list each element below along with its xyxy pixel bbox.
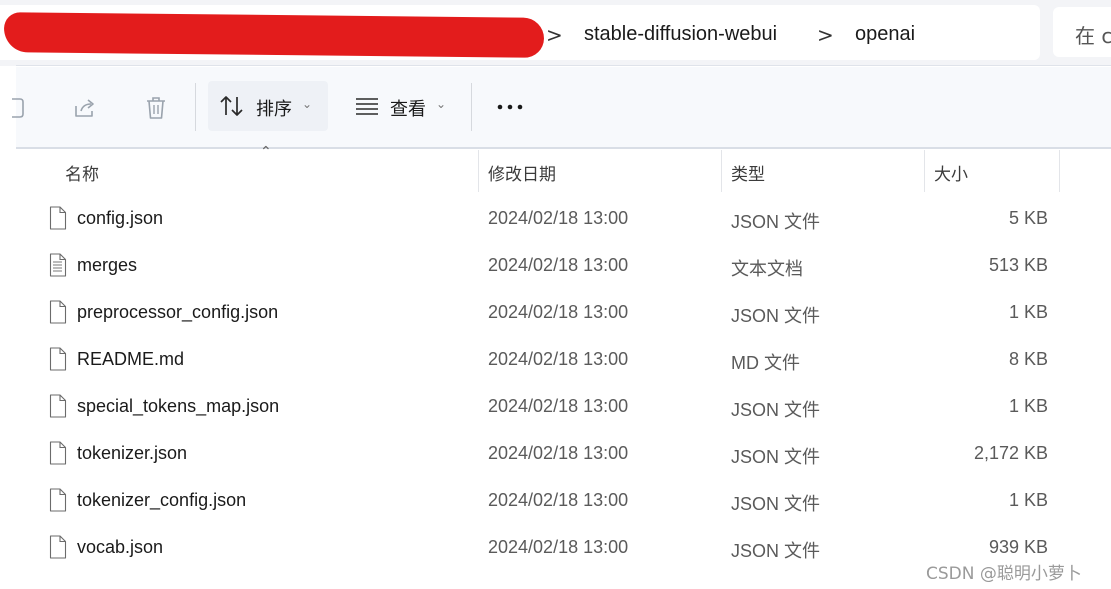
sort-icon: [220, 96, 243, 116]
document-icon: [49, 394, 67, 422]
file-name: tokenizer_config.json: [77, 490, 247, 510]
breadcrumb-item-openai[interactable]: openai: [855, 23, 915, 46]
view-label: 查看: [390, 99, 426, 120]
document-icon: [49, 535, 67, 563]
file-size: 8 KB: [1008, 349, 1048, 369]
file-name: config.json: [77, 208, 164, 228]
command-toolbar: 排序 ⌄ 查看 ⌄: [12, 67, 1111, 149]
rename-icon[interactable]: [10, 96, 26, 120]
file-name: README.md: [77, 349, 185, 369]
file-row[interactable]: special_tokens_map.json 2024/02/18 13:00 J…: [16, 384, 1076, 431]
search-placeholder: 在 c: [1075, 24, 1111, 48]
file-name: merges: [77, 255, 138, 275]
breadcrumb-separator-icon: >: [817, 23, 834, 47]
file-size: 1 KB: [1008, 396, 1048, 416]
file-size: 1 KB: [1008, 490, 1048, 510]
document-icon: [49, 300, 67, 328]
file-size: 513 KB: [988, 255, 1048, 275]
watermark: CSDN @聪明小萝卜: [926, 564, 1082, 584]
view-list-icon: [356, 98, 378, 115]
text-document-icon: [49, 253, 67, 281]
file-modified-date: 2024/02/18 13:00: [488, 349, 629, 369]
chevron-down-icon: ⌄: [436, 97, 447, 111]
redacted-path-scribble: [3, 12, 545, 58]
file-type: JSON 文件: [731, 541, 821, 561]
file-type: MD 文件: [731, 353, 800, 373]
file-type: 文本文档: [731, 259, 803, 279]
sort-button[interactable]: 排序 ⌄: [208, 81, 328, 131]
share-icon[interactable]: [72, 96, 98, 120]
file-modified-date: 2024/02/18 13:00: [488, 443, 629, 463]
file-type: JSON 文件: [731, 306, 821, 326]
file-name: tokenizer.json: [77, 443, 188, 463]
search-input[interactable]: 在 c: [1053, 7, 1111, 57]
file-modified-date: 2024/02/18 13:00: [488, 490, 629, 510]
file-name: special_tokens_map.json: [77, 396, 280, 416]
file-list: ⌃ 名称 修改日期 类型 大小 config.json 2024/02/18 13…: [16, 144, 1111, 589]
column-header-type-label: 类型: [731, 165, 765, 185]
file-modified-date: 2024/02/18 13:00: [488, 208, 629, 228]
column-header-modified-label: 修改日期: [488, 165, 556, 185]
file-type: JSON 文件: [731, 447, 821, 467]
delete-icon[interactable]: [144, 95, 168, 121]
file-size: 2,172 KB: [973, 443, 1048, 463]
document-icon: [49, 206, 67, 234]
file-size: 1 KB: [1008, 302, 1048, 322]
file-modified-date: 2024/02/18 13:00: [488, 537, 629, 557]
file-type: JSON 文件: [731, 494, 821, 514]
address-area: > stable-diffusion-webui > openai 在 c: [0, 0, 1111, 66]
document-icon: [49, 441, 67, 469]
file-size: 939 KB: [988, 537, 1048, 557]
document-icon: [49, 488, 67, 516]
file-modified-date: 2024/02/18 13:00: [488, 396, 629, 416]
breadcrumb[interactable]: > stable-diffusion-webui > openai: [0, 5, 1040, 60]
divider: [16, 65, 1111, 66]
file-row[interactable]: tokenizer_config.json 2024/02/18 13:00 JSO…: [16, 478, 1076, 525]
divider: [16, 147, 1111, 149]
view-button[interactable]: 查看 ⌄: [344, 81, 464, 131]
toolbar-divider: [471, 83, 472, 131]
breadcrumb-separator-icon: >: [546, 23, 563, 47]
file-row[interactable]: preprocessor_config.json 2024/02/18 13:00…: [16, 290, 1076, 337]
more-options-button[interactable]: [486, 81, 532, 131]
document-icon: [49, 347, 67, 375]
column-separator[interactable]: [1059, 150, 1060, 192]
file-type: JSON 文件: [731, 212, 821, 232]
file-row[interactable]: README.md 2024/02/18 13:00 MD 文件 8 KB: [16, 337, 1076, 384]
file-size: 5 KB: [1008, 208, 1048, 228]
sort-label: 排序: [256, 99, 292, 120]
file-modified-date: 2024/02/18 13:00: [488, 302, 629, 322]
file-name: preprocessor_config.json: [77, 302, 279, 322]
breadcrumb-item-stable-diffusion-webui[interactable]: stable-diffusion-webui: [584, 23, 777, 46]
sort-ascending-icon: ⌃: [260, 144, 272, 160]
chevron-down-icon: ⌄: [302, 97, 313, 111]
file-row[interactable]: tokenizer.json 2024/02/18 13:00 JSON 文件 2,1…: [16, 431, 1076, 478]
file-modified-date: 2024/02/18 13:00: [488, 255, 629, 275]
file-row[interactable]: vocab.json 2024/02/18 13:00 JSON 文件 939 KB: [16, 525, 1076, 572]
toolbar-divider: [195, 83, 196, 131]
file-name: vocab.json: [77, 537, 164, 557]
column-header-name-label: 名称: [65, 165, 99, 185]
file-row[interactable]: config.json 2024/02/18 13:00 JSON 文件 5 KB: [16, 196, 1076, 243]
file-type: JSON 文件: [731, 400, 821, 420]
column-header-modified[interactable]: 修改日期: [479, 150, 721, 192]
file-row[interactable]: merges 2024/02/18 13:00 文本文档 513 KB: [16, 243, 1076, 290]
column-header-name[interactable]: ⌃ 名称: [16, 144, 478, 192]
column-header-type[interactable]: 类型: [722, 150, 924, 192]
more-icon: [497, 104, 523, 110]
column-header-size-label: 大小: [934, 165, 968, 185]
column-header-size[interactable]: 大小: [925, 150, 1059, 192]
